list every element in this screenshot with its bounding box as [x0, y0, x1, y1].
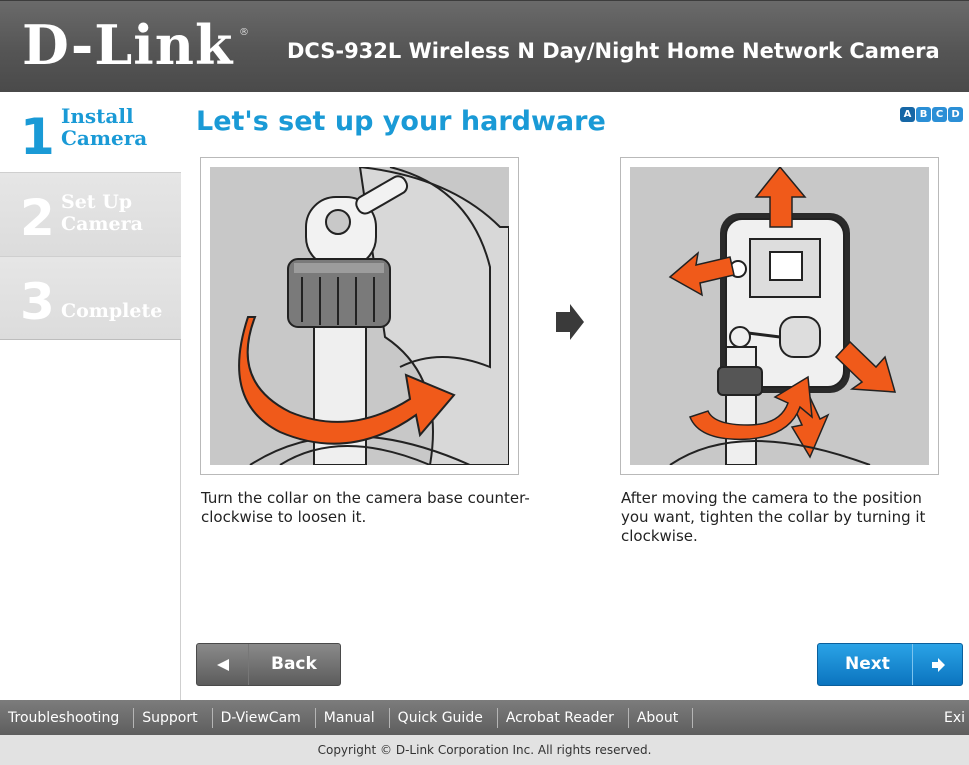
- next-button[interactable]: Next: [817, 643, 963, 686]
- step-label: Complete: [61, 300, 163, 322]
- product-title: DCS-932L Wireless N Day/Night Home Netwo…: [287, 39, 940, 63]
- page-title: Let's set up your hardware: [196, 106, 606, 137]
- sidebar-step-complete: 3 Complete: [0, 256, 181, 340]
- loosen-collar-caption: Turn the collar on the camera base count…: [201, 489, 530, 526]
- step-number: 2: [20, 189, 55, 247]
- step-number: 3: [20, 273, 55, 331]
- dlink-logo: D-Link: [22, 13, 234, 77]
- footer-link-exit[interactable]: Exi: [944, 708, 965, 728]
- step-sidebar: 1 Install Camera 2 Set Up Camera 3 Complet…: [0, 92, 181, 700]
- back-button-label: Back: [271, 654, 317, 674]
- arrow-right-icon: [912, 644, 962, 685]
- substep-b: B: [916, 107, 931, 122]
- step-label: Set Up Camera: [61, 191, 143, 235]
- camera-collar-loosen-icon: [210, 167, 509, 465]
- substep-a: A: [900, 107, 915, 122]
- tighten-collar-caption: After moving the camera to the position …: [621, 489, 926, 545]
- footer-link-manual[interactable]: Manual: [316, 707, 390, 728]
- footer-link-support[interactable]: Support: [134, 707, 213, 728]
- tighten-collar-figure: [620, 157, 939, 475]
- back-button[interactable]: Back: [196, 643, 341, 686]
- camera-reposition-tighten-icon: [630, 167, 929, 465]
- step-number: 1: [20, 108, 55, 166]
- sidebar-step-install-camera: 1 Install Camera: [0, 92, 181, 172]
- header-bar: D-Link ® DCS-932L Wireless N Day/Night H…: [0, 0, 969, 92]
- registered-mark: ®: [239, 27, 249, 38]
- next-button-label: Next: [845, 654, 890, 674]
- footer-link-quick-guide[interactable]: Quick Guide: [390, 707, 498, 728]
- footer-link-troubleshooting[interactable]: Troubleshooting: [0, 707, 135, 728]
- footer-link-dviewcam[interactable]: D-ViewCam: [213, 707, 316, 728]
- arrow-left-icon: [197, 644, 249, 685]
- copyright-text: Copyright © D-Link Corporation Inc. All …: [317, 743, 652, 757]
- footer-nav: Troubleshooting Support D-ViewCam Manual…: [0, 700, 969, 735]
- arrow-right-icon: [556, 304, 584, 340]
- footer-link-about[interactable]: About: [629, 707, 694, 728]
- substep-indicator: A B C D: [900, 107, 963, 122]
- footer-link-acrobat-reader[interactable]: Acrobat Reader: [498, 707, 629, 728]
- loosen-collar-figure: [200, 157, 519, 475]
- step-label: Install Camera: [61, 104, 148, 150]
- sidebar-step-set-up-camera: 2 Set Up Camera: [0, 172, 181, 256]
- substep-d: D: [948, 107, 963, 122]
- substep-c: C: [932, 107, 947, 122]
- copyright-bar: Copyright © D-Link Corporation Inc. All …: [0, 735, 969, 765]
